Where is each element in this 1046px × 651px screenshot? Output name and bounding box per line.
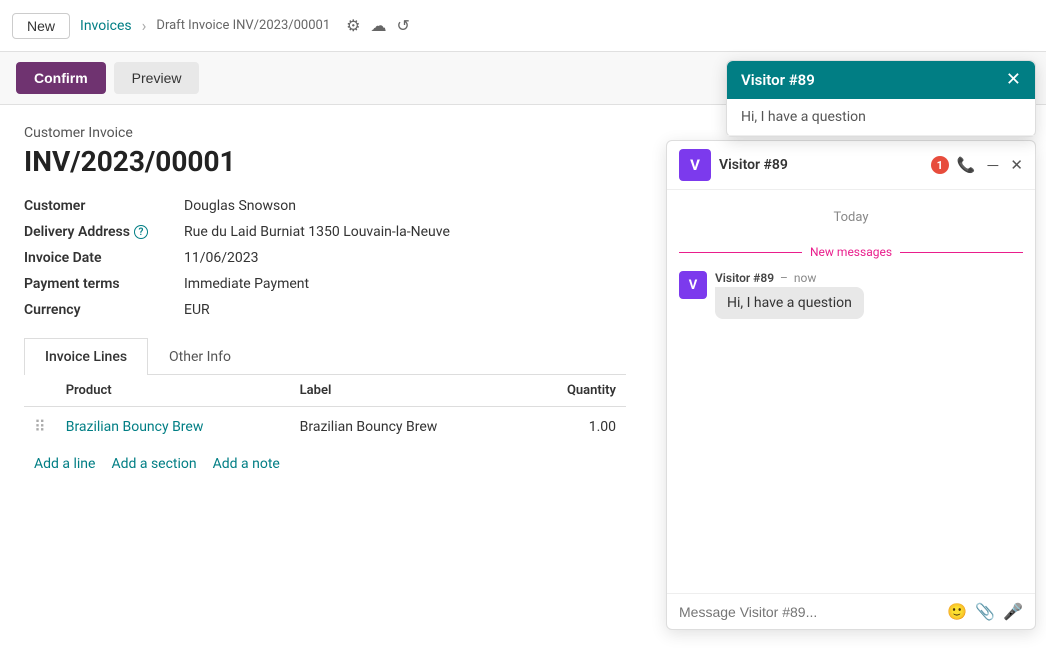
- message-bubble: Hi, I have a question: [715, 287, 864, 319]
- tab-invoice-lines[interactable]: Invoice Lines: [24, 338, 148, 375]
- chat-popup-header: Visitor #89 ✕: [727, 61, 1035, 99]
- chat-messages: Today New messages V Visitor #89 – now H…: [667, 190, 1035, 593]
- chat-input-icons: 🙂 📎 🎤: [947, 602, 1023, 621]
- invoice-content: Customer Invoice INV/2023/00001 Customer…: [0, 105, 650, 502]
- new-messages-divider: New messages: [679, 245, 1023, 259]
- new-messages-label: New messages: [810, 245, 892, 259]
- add-section-link[interactable]: Add a section: [111, 456, 196, 472]
- emoji-icon[interactable]: 🙂: [947, 602, 967, 621]
- message-sender: Visitor #89: [715, 271, 774, 285]
- message-time: now: [794, 271, 817, 285]
- invoice-date-label: Invoice Date: [24, 250, 184, 266]
- close-chat-icon[interactable]: ✕: [1010, 156, 1023, 174]
- quantity-cell: 1.00: [524, 407, 626, 447]
- invoice-type: Customer Invoice: [24, 125, 626, 141]
- breadcrumb-invoices-link[interactable]: Invoices: [80, 18, 132, 34]
- col-drag: [24, 375, 56, 407]
- chat-popup: Visitor #89 ✕ Hi, I have a question: [726, 60, 1036, 137]
- payment-terms-label: Payment terms: [24, 276, 184, 292]
- breadcrumb-current: Draft Invoice INV/2023/00001: [156, 18, 330, 33]
- payment-terms-value[interactable]: Immediate Payment: [184, 276, 309, 292]
- drag-handle-icon[interactable]: ⠿: [34, 417, 46, 436]
- upload-icon[interactable]: ☁: [371, 16, 387, 35]
- chat-popup-title: Visitor #89: [741, 71, 815, 89]
- settings-icon[interactable]: ⚙: [346, 16, 360, 35]
- add-note-link[interactable]: Add a note: [213, 456, 280, 472]
- customer-value[interactable]: Douglas Snowson: [184, 198, 296, 214]
- chat-visitor-name: Visitor #89: [719, 157, 923, 173]
- chat-popup-close-icon[interactable]: ✕: [1006, 71, 1021, 89]
- chat-input[interactable]: [679, 604, 939, 620]
- minimize-icon[interactable]: －: [985, 155, 1000, 176]
- table-actions: Add a line Add a section Add a note: [24, 446, 626, 482]
- invoice-date-value[interactable]: 11/06/2023: [184, 250, 259, 266]
- currency-value[interactable]: EUR: [184, 302, 210, 318]
- chat-window-header: V Visitor #89 1 📞 － ✕: [667, 141, 1035, 190]
- chat-message-row: V Visitor #89 – now Hi, I have a questio…: [679, 271, 1023, 319]
- confirm-button[interactable]: Confirm: [16, 62, 106, 94]
- col-product: Product: [56, 375, 290, 407]
- top-icons: ⚙ ☁ ↺: [346, 16, 410, 35]
- currency-field: Currency EUR: [24, 302, 626, 318]
- delivery-address-label: Delivery Address ?: [24, 224, 184, 240]
- message-avatar: V: [679, 271, 707, 299]
- voice-icon[interactable]: 🎤: [1003, 602, 1023, 621]
- label-cell: Brazilian Bouncy Brew: [290, 407, 524, 447]
- col-quantity: Quantity: [524, 375, 626, 407]
- customer-label: Customer: [24, 198, 184, 214]
- chat-date-divider: Today: [679, 210, 1023, 225]
- new-button[interactable]: New: [12, 13, 70, 39]
- invoice-date-field: Invoice Date 11/06/2023: [24, 250, 626, 266]
- chat-input-area: 🙂 📎 🎤: [667, 593, 1035, 629]
- customer-field: Customer Douglas Snowson: [24, 198, 626, 214]
- table-row: ⠿ Brazilian Bouncy Brew Brazilian Bouncy…: [24, 407, 626, 447]
- invoice-tabs: Invoice Lines Other Info: [24, 338, 626, 375]
- invoice-table: Product Label Quantity ⠿ Brazilian Bounc…: [24, 375, 626, 446]
- chat-popup-preview: Hi, I have a question: [727, 99, 1035, 136]
- new-messages-line-left: [679, 252, 802, 253]
- new-messages-line-right: [900, 252, 1023, 253]
- tab-other-info[interactable]: Other Info: [148, 338, 252, 375]
- phone-icon[interactable]: 📞: [957, 156, 976, 174]
- chat-badge: 1: [931, 156, 949, 174]
- product-link[interactable]: Brazilian Bouncy Brew: [66, 419, 204, 435]
- attachment-icon[interactable]: 📎: [975, 602, 995, 621]
- invoice-number: INV/2023/00001: [24, 145, 626, 178]
- chat-header-icons: 📞 － ✕: [957, 155, 1023, 176]
- payment-terms-field: Payment terms Immediate Payment: [24, 276, 626, 292]
- chat-window: V Visitor #89 1 📞 － ✕ Today New messages…: [666, 140, 1036, 630]
- top-bar: New Invoices › Draft Invoice INV/2023/00…: [0, 0, 1046, 52]
- visitor-avatar: V: [679, 149, 711, 181]
- col-label: Label: [290, 375, 524, 407]
- message-meta: Visitor #89 – now: [715, 271, 864, 285]
- currency-label: Currency: [24, 302, 184, 318]
- message-content: Visitor #89 – now Hi, I have a question: [715, 271, 864, 319]
- reset-icon[interactable]: ↺: [397, 16, 410, 35]
- preview-button[interactable]: Preview: [114, 62, 200, 94]
- breadcrumb-separator: ›: [142, 16, 147, 35]
- help-icon[interactable]: ?: [134, 225, 148, 239]
- add-line-link[interactable]: Add a line: [34, 456, 95, 472]
- delivery-address-value[interactable]: Rue du Laid Burniat 1350 Louvain-la-Neuv…: [184, 224, 450, 240]
- delivery-address-field: Delivery Address ? Rue du Laid Burniat 1…: [24, 224, 626, 240]
